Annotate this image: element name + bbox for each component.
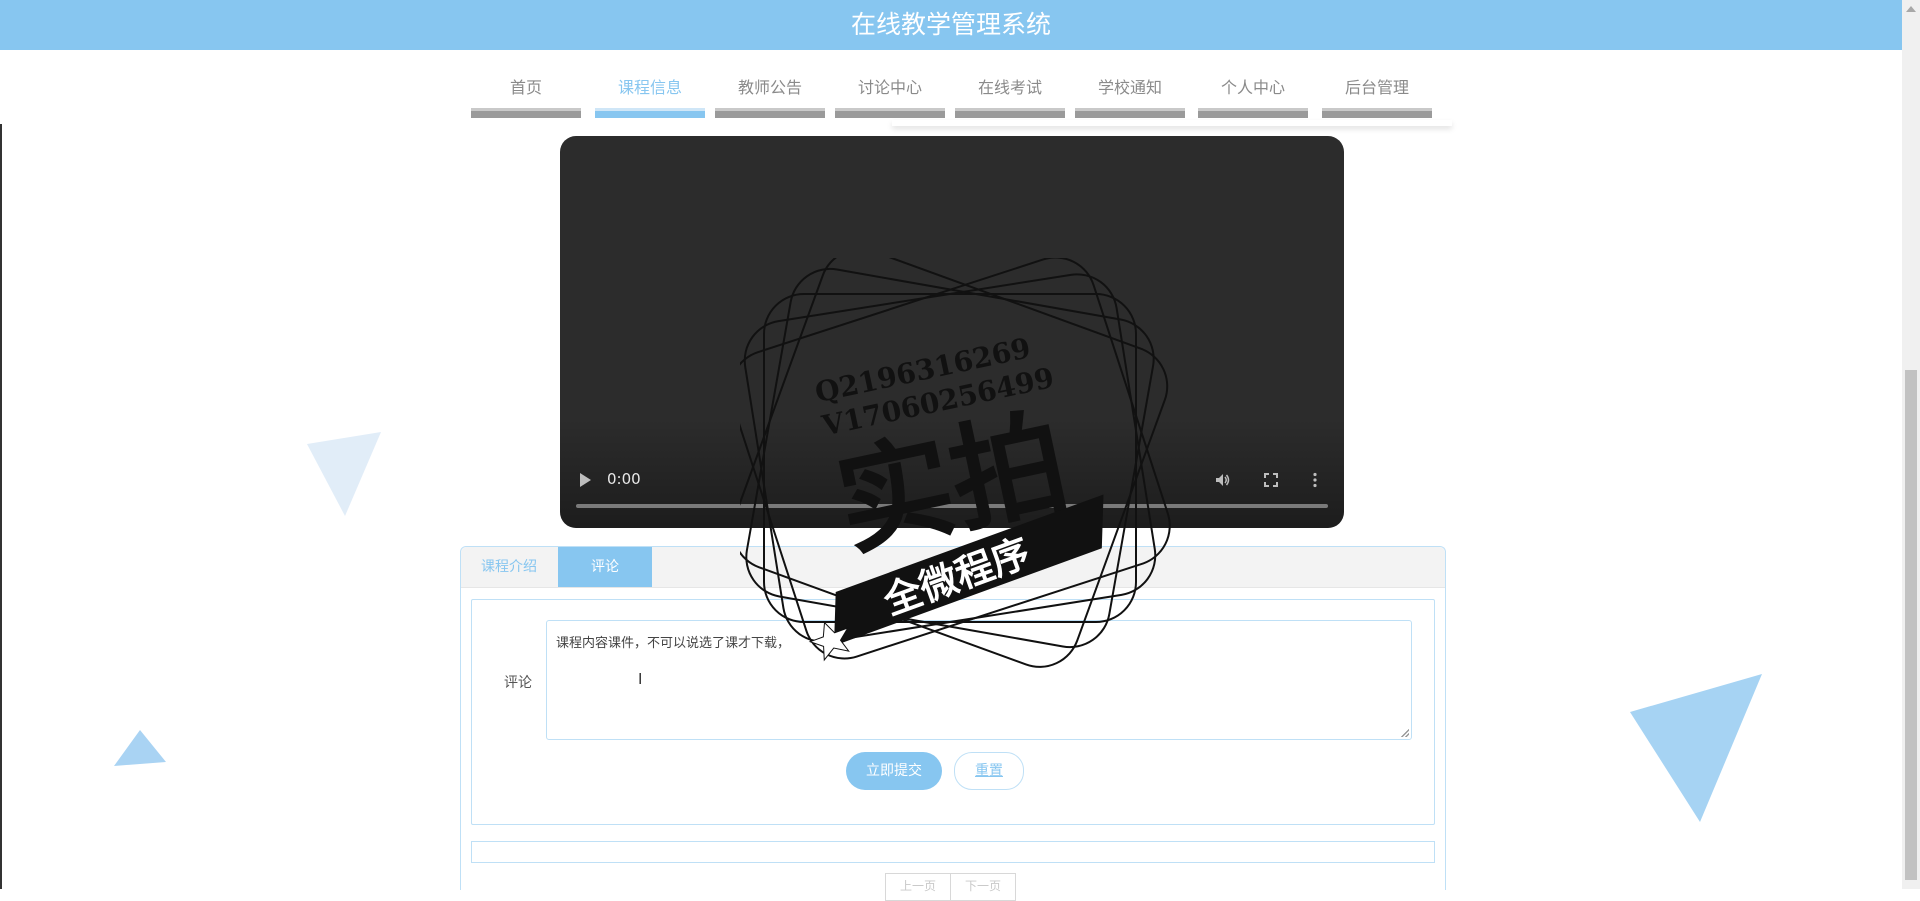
main-nav: 首页 课程信息 教师公告 讨论中心 在线考试 学校通知 个人中心 后台管理 (0, 50, 1902, 124)
resize-handle-icon[interactable] (1401, 729, 1409, 737)
nav-item-label: 学校通知 (1097, 78, 1162, 97)
nav-item-bar (1198, 108, 1308, 118)
watermark-stamp: Q2196316269 V17060256499 实拍 全微程序 (740, 258, 1171, 668)
left-edge-line (0, 124, 2, 889)
nav-item-bar (595, 108, 705, 118)
fullscreen-icon[interactable] (1263, 472, 1279, 488)
scroll-thumb[interactable] (1905, 370, 1917, 880)
nav-item-course-info[interactable]: 课程信息 (595, 50, 705, 118)
nav-item-teacher-notice[interactable]: 教师公告 (715, 50, 825, 118)
decor-triangle-icon (307, 432, 381, 516)
next-page-button[interactable]: 下一页 (950, 873, 1016, 901)
nav-item-label: 后台管理 (1344, 78, 1409, 97)
nav-item-bar (1322, 108, 1432, 118)
nav-item-school-notice[interactable]: 学校通知 (1075, 50, 1185, 118)
page-scrollbar[interactable] (1902, 0, 1920, 889)
scroll-up-icon[interactable] (1906, 6, 1916, 12)
nav-item-bar (471, 108, 581, 118)
reset-button[interactable]: 重置 (954, 752, 1024, 790)
nav-shadow (892, 120, 1452, 126)
decor-triangle-icon (114, 730, 166, 766)
site-title: 在线教学管理系统 (850, 10, 1051, 39)
nav-item-label: 个人中心 (1220, 78, 1285, 97)
comment-label: 评论 (504, 675, 532, 691)
nav-item-bar (715, 108, 825, 118)
nav-item-label: 在线考试 (977, 78, 1042, 97)
nav-item-bar (1075, 108, 1185, 118)
tab-comment[interactable]: 评论 (558, 547, 652, 587)
nav-item-label: 讨论中心 (857, 78, 922, 97)
text-cursor-icon: I (638, 670, 643, 688)
nav-item-home[interactable]: 首页 (471, 50, 581, 118)
play-icon[interactable] (580, 473, 591, 487)
tab-course-intro[interactable]: 课程介绍 (461, 547, 557, 587)
nav-item-online-exam[interactable]: 在线考试 (955, 50, 1065, 118)
site-header: 在线教学管理系统 (0, 0, 1902, 50)
nav-item-label: 课程信息 (617, 78, 682, 97)
video-time: 0:00 (607, 470, 641, 488)
pagination: 上一页 下一页 (885, 873, 1016, 901)
nav-item-personal-center[interactable]: 个人中心 (1198, 50, 1308, 118)
more-icon[interactable] (1312, 472, 1318, 488)
nav-item-label: 教师公告 (737, 78, 802, 97)
decor-triangle-icon (1630, 674, 1762, 822)
nav-item-discussion[interactable]: 讨论中心 (835, 50, 945, 118)
prev-page-button[interactable]: 上一页 (885, 873, 951, 901)
submit-button[interactable]: 立即提交 (846, 752, 942, 790)
nav-item-label: 首页 (509, 78, 542, 97)
volume-icon[interactable] (1215, 472, 1231, 488)
nav-item-admin[interactable]: 后台管理 (1322, 50, 1432, 118)
nav-item-bar (955, 108, 1065, 118)
nav-item-bar (835, 108, 945, 118)
comment-list (471, 841, 1435, 863)
